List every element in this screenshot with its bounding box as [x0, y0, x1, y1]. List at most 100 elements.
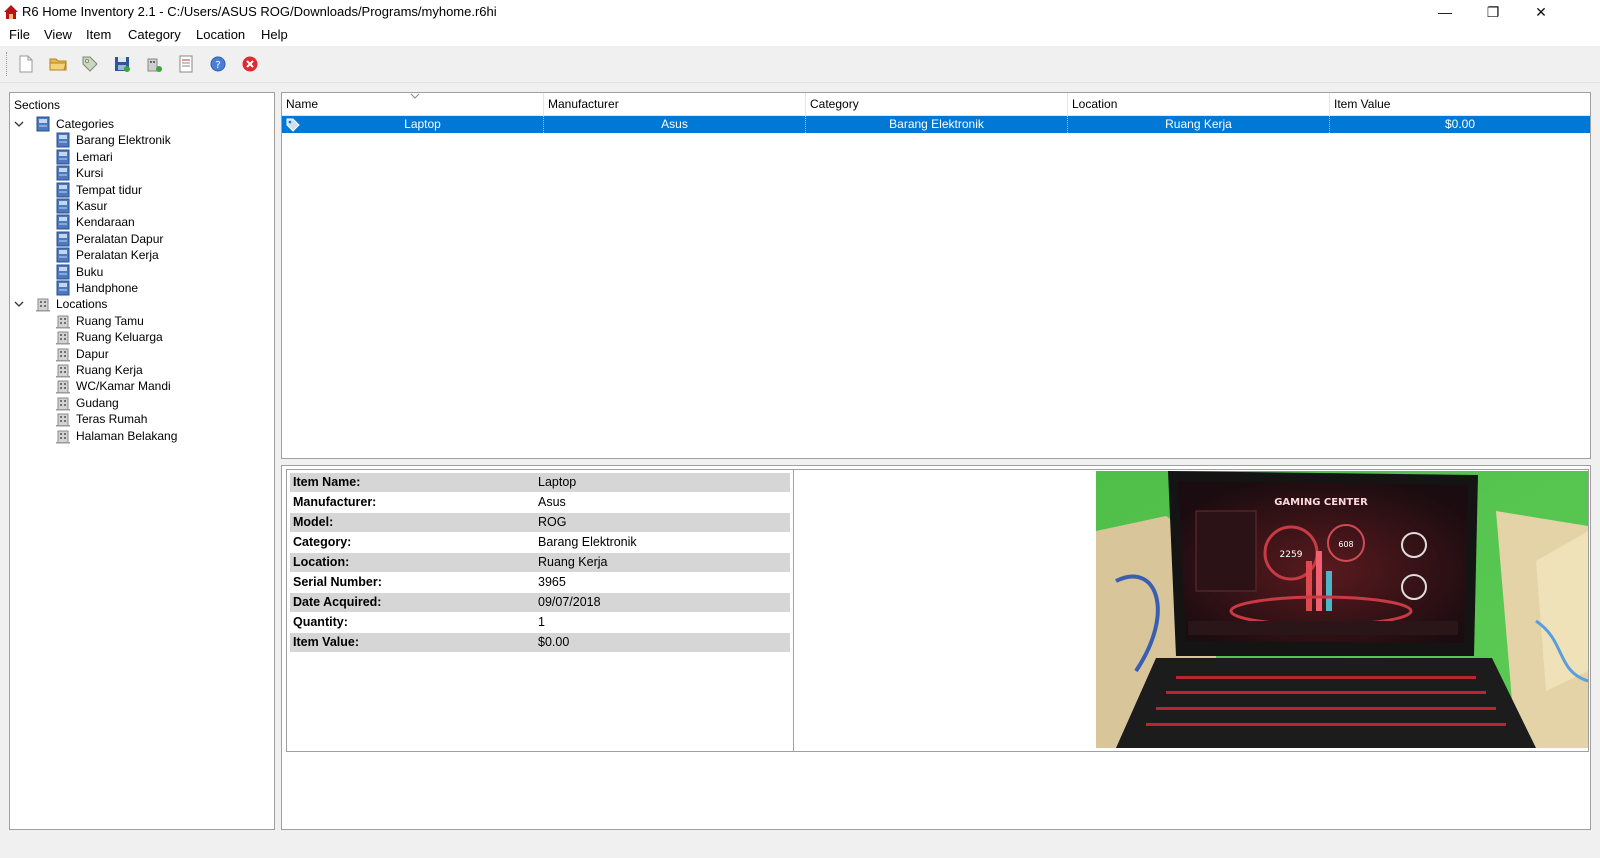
category-icon — [56, 149, 70, 165]
detail-value: $0.00 — [538, 635, 570, 649]
category-icon — [56, 165, 70, 181]
location-icon — [56, 397, 70, 411]
detail-value: ROG — [538, 515, 567, 529]
tree-item-label: Lemari — [76, 149, 113, 164]
detail-label: Date Acquired: — [293, 595, 382, 609]
items-list: Name Manufacturer Category Location Item… — [281, 92, 1591, 459]
expand-categories-toggle[interactable] — [13, 118, 25, 130]
cell-name: Laptop — [302, 116, 544, 133]
title-bar: R6 Home Inventory 2.1 - C:/Users/ASUS RO… — [0, 0, 1600, 24]
table-row[interactable]: Laptop Asus Barang Elektronik Ruang Kerj… — [282, 116, 1590, 133]
menu-view[interactable]: View — [43, 27, 73, 42]
detail-value: Ruang Kerja — [538, 555, 608, 569]
expand-locations-toggle[interactable] — [13, 298, 25, 310]
tag-icon[interactable] — [80, 54, 100, 74]
location-icon — [56, 413, 70, 427]
menu-help[interactable]: Help — [260, 27, 289, 42]
category-icon — [56, 280, 70, 296]
tree-item-label: Ruang Keluarga — [76, 330, 163, 345]
menu-item[interactable]: Item — [85, 27, 112, 42]
column-header-manufacturer[interactable]: Manufacturer — [544, 93, 806, 115]
category-folder-icon — [36, 116, 50, 132]
photo-center-number: 2259 — [1280, 550, 1303, 560]
detail-value: 09/07/2018 — [538, 595, 601, 609]
detail-label: Model: — [293, 515, 334, 529]
tree-item-label: Handphone — [76, 281, 139, 295]
photo-screen-title: GAMING CENTER — [1274, 497, 1368, 508]
detail-value: Barang Elektronik — [538, 535, 637, 549]
category-icon — [56, 231, 70, 247]
item-details-panel: Item Name: Laptop Manufacturer: Asus Model… — [286, 469, 794, 752]
tree-item-label: Barang Elektronik — [76, 133, 171, 148]
tree-item-label: Kursi — [76, 166, 104, 181]
app-house-icon — [4, 5, 18, 19]
item-tag-icon — [286, 118, 300, 132]
tree-item-label: Ruang Kerja — [76, 363, 143, 377]
item-photo[interactable]: GAMING CENTER 2259 608 — [1096, 471, 1588, 748]
column-header-item-value[interactable]: Item Value — [1330, 93, 1590, 115]
category-icon — [56, 198, 70, 214]
save-icon[interactable] — [112, 54, 132, 74]
add-location-icon[interactable] — [144, 54, 164, 74]
detail-label: Category: — [293, 535, 352, 549]
list-header: Name Manufacturer Category Location Item… — [282, 93, 1590, 116]
detail-row-item-name: Item Name: Laptop — [290, 473, 790, 492]
help-icon[interactable]: ? — [208, 54, 228, 74]
detail-value: Laptop — [538, 475, 577, 489]
location-icon — [56, 348, 70, 362]
tree-item-label: WC/Kamar Mandi — [76, 379, 171, 394]
menu-category[interactable]: Category — [127, 27, 182, 42]
detail-label: Location: — [293, 555, 350, 569]
detail-row-model: Model: ROG — [290, 513, 790, 532]
tree-item-label: Buku — [76, 264, 104, 279]
tree-item-label: Ruang Tamu — [76, 313, 144, 328]
tree-item-label: Kendaraan — [76, 215, 135, 230]
detail-label: Manufacturer: — [293, 495, 377, 509]
menu-file[interactable]: File — [8, 27, 31, 42]
photo-gauge-number: 608 — [1338, 540, 1353, 549]
report-icon[interactable] — [176, 54, 196, 74]
toolbar-grip — [6, 52, 9, 76]
close-button[interactable]: ✕ — [1518, 0, 1564, 24]
minimize-button[interactable]: — — [1422, 0, 1468, 24]
location-icon — [56, 315, 70, 329]
tree-item-label: Tempat tidur — [76, 182, 143, 197]
sections-panel: Sections Categories Barang Elektronik Lema… — [9, 92, 275, 830]
detail-value: Asus — [538, 495, 566, 509]
detail-row-location: Location: Ruang Kerja — [290, 553, 790, 572]
menu-location[interactable]: Location — [195, 27, 246, 42]
cell-location: Ruang Kerja — [1068, 116, 1330, 133]
detail-label: Serial Number: — [293, 575, 382, 589]
location-icon — [56, 380, 70, 394]
open-folder-icon[interactable] — [48, 54, 68, 74]
detail-value: 1 — [538, 615, 545, 629]
detail-row-serial-number: Serial Number: 3965 — [290, 573, 790, 592]
menu-bar: File View Item Category Location Help — [0, 24, 1600, 46]
sort-arrow-icon — [410, 93, 420, 99]
category-icon — [56, 264, 70, 280]
tree-item-label: Teras Rumah — [76, 412, 148, 427]
tree-item-label: Locations — [56, 297, 108, 312]
detail-row-date-acquired: Date Acquired: 09/07/2018 — [290, 593, 790, 612]
cell-manufacturer: Asus — [544, 116, 806, 133]
exit-icon[interactable] — [240, 54, 260, 74]
tree-item-label: Kasur — [76, 199, 108, 213]
new-file-icon[interactable] — [16, 54, 36, 74]
detail-row-manufacturer: Manufacturer: Asus — [290, 493, 790, 512]
column-header-category[interactable]: Category — [806, 93, 1068, 115]
column-header-location[interactable]: Location — [1068, 93, 1330, 115]
detail-row-item-value: Item Value: $0.00 — [290, 633, 790, 652]
category-icon — [56, 247, 70, 263]
laptop-photo-image: GAMING CENTER 2259 608 — [1096, 471, 1588, 748]
tree-item-label: Peralatan Kerja — [76, 248, 159, 263]
location-icon — [56, 364, 70, 378]
detail-label: Quantity: — [293, 615, 348, 629]
category-icon — [56, 214, 70, 230]
detail-row-quantity: Quantity: 1 — [290, 613, 790, 632]
location-icon — [56, 430, 70, 444]
cell-category: Barang Elektronik — [806, 116, 1068, 133]
maximize-button[interactable]: ❐ — [1470, 0, 1516, 24]
window-title: R6 Home Inventory 2.1 - C:/Users/ASUS RO… — [22, 4, 497, 19]
locations-folder-icon — [36, 298, 50, 312]
tree-item-label: Dapur — [76, 346, 109, 361]
